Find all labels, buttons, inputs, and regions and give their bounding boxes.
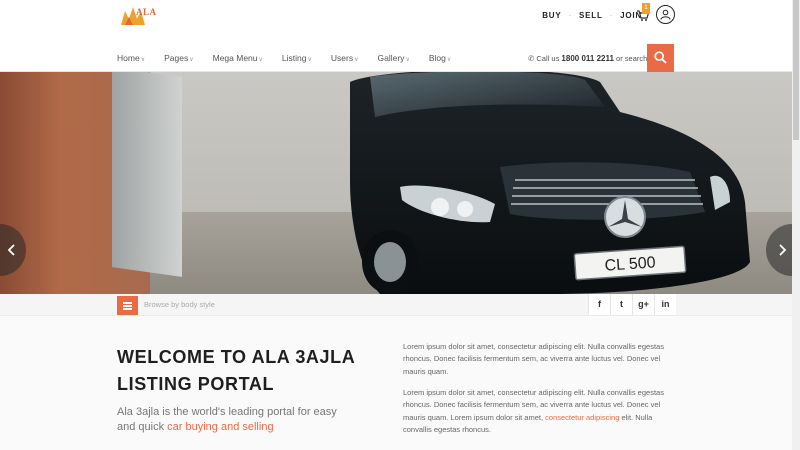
call-prefix: Call us — [536, 54, 560, 63]
phone-icon: ✆ — [528, 54, 535, 63]
buy-link[interactable]: BUY — [542, 11, 561, 20]
search-button[interactable] — [647, 44, 674, 72]
nav-item-listing[interactable]: Listing∨ — [282, 53, 312, 63]
nav-item-pages[interactable]: Pages∨ — [164, 53, 194, 63]
nav-item-blog[interactable]: Blog∨ — [429, 53, 451, 63]
hero-slider: CL 500 — [0, 72, 792, 294]
linkedin-icon[interactable]: in — [654, 294, 676, 315]
nav-menu: Home∨ Pages∨ Mega Menu∨ Listing∨ Users∨ … — [117, 53, 470, 63]
chevron-right-icon — [779, 244, 787, 256]
twitter-icon[interactable]: t — [610, 294, 632, 315]
nav-item-gallery[interactable]: Gallery∨ — [378, 53, 410, 63]
chevron-left-icon — [7, 244, 15, 256]
top-bar: ALA BUY · SELL · JOIN 1 — [0, 0, 792, 44]
nav-item-mega-menu[interactable]: Mega Menu∨ — [213, 53, 263, 63]
license-plate: CL 500 — [604, 254, 656, 275]
search-icon — [654, 51, 667, 64]
intro-paragraph-2: Lorem ipsum dolor sit amet, consectetur … — [403, 388, 664, 434]
top-links: BUY · SELL · JOIN — [542, 11, 642, 20]
scrollbar-thumb[interactable] — [793, 0, 799, 140]
nav-item-users[interactable]: Users∨ — [331, 53, 359, 63]
intro-paragraph-1: Lorem ipsum dolor sit amet, consectetur … — [403, 342, 664, 376]
nav-item-home[interactable]: Home∨ — [117, 53, 145, 63]
facebook-icon[interactable]: f — [588, 294, 610, 315]
chevron-down-icon: ∨ — [307, 57, 312, 63]
google-plus-icon[interactable]: g+ — [632, 294, 654, 315]
paragraph-link[interactable]: consectetur adipiscing — [545, 413, 619, 422]
chevron-down-icon: ∨ — [354, 57, 359, 63]
chevron-down-icon: ∨ — [189, 57, 194, 63]
page-scrollbar[interactable] — [792, 0, 800, 450]
body-style-menu-button[interactable] — [117, 296, 138, 315]
hero-door — [112, 72, 182, 277]
call-suffix: or search — [616, 54, 648, 63]
welcome-title: WELCOME TO ALA 3AJLA LISTING PORTAL — [117, 347, 356, 394]
cart-count-badge: 1 — [642, 3, 650, 14]
chevron-down-icon: ∨ — [405, 57, 410, 63]
chevron-down-icon: ∨ — [140, 57, 146, 63]
user-icon — [660, 9, 671, 20]
call-us-info: ✆ Call us 1800 011 2211 or search — [528, 54, 647, 63]
chevron-down-icon: ∨ — [446, 57, 452, 63]
phone-number[interactable]: 1800 011 2211 — [561, 54, 614, 63]
welcome-tagline: Ala 3ajla is the world's leading portal … — [117, 406, 337, 433]
car-image: CL 500 — [350, 72, 750, 294]
tagline-accent: car buying and selling — [167, 421, 274, 433]
chevron-down-icon: ∨ — [258, 57, 263, 63]
sell-link[interactable]: SELL — [579, 11, 603, 20]
user-account-button[interactable] — [656, 5, 675, 24]
logo-text: ALA — [136, 7, 157, 17]
browse-by-body-style-label[interactable]: Browse by body style — [144, 300, 215, 309]
